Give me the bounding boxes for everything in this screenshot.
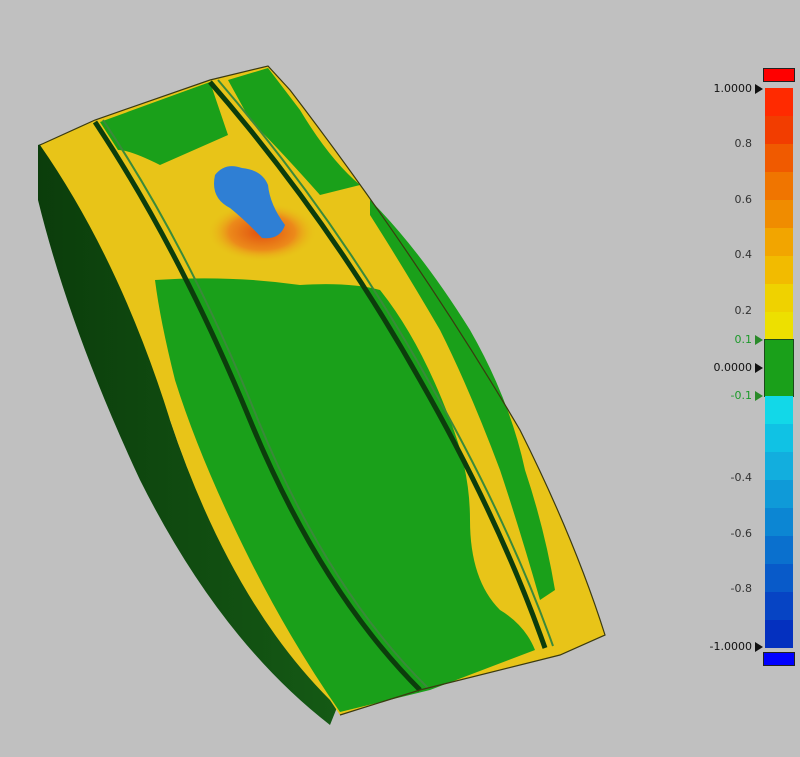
legend-swatch-negative xyxy=(765,592,793,620)
legend-tick: -0.4 xyxy=(730,471,752,484)
legend-upper-tolerance-marker[interactable] xyxy=(755,335,763,345)
legend-tick: -0.8 xyxy=(730,582,752,595)
legend-lower-tolerance: -0.1 xyxy=(730,389,752,402)
legend-swatch-positive xyxy=(765,116,793,144)
legend-top-value: 1.0000 xyxy=(713,82,753,95)
3d-viewport[interactable]: 1.0000 0.8 0.6 0.4 0.2 0.1 0.0000 -0.1 -… xyxy=(0,0,800,757)
legend-upper-tolerance: 0.1 xyxy=(734,333,753,346)
legend-swatch-negative xyxy=(765,424,793,452)
legend-lower-tolerance-marker[interactable] xyxy=(755,391,763,401)
legend-tick: 0.2 xyxy=(734,304,753,317)
legend-nominal: 0.0000 xyxy=(713,361,753,374)
legend-swatch-negative xyxy=(765,452,793,480)
legend-bottom-value: -1.0000 xyxy=(709,640,752,653)
legend-bottom-marker[interactable] xyxy=(755,642,763,652)
legend-over-max-cap[interactable] xyxy=(763,68,795,82)
legend-swatch-in-tolerance xyxy=(764,339,794,397)
legend-tick: -0.6 xyxy=(730,527,752,540)
legend-swatch-positive xyxy=(765,144,793,172)
legend-tick: 0.4 xyxy=(734,248,753,261)
legend-swatch-negative xyxy=(765,564,793,592)
color-scale-legend: 1.0000 0.8 0.6 0.4 0.2 0.1 0.0000 -0.1 -… xyxy=(700,60,800,680)
legend-nominal-marker[interactable] xyxy=(755,363,763,373)
legend-swatch-positive xyxy=(765,256,793,284)
legend-under-min-cap[interactable] xyxy=(763,652,795,666)
legend-top-marker[interactable] xyxy=(755,84,763,94)
legend-swatch-positive xyxy=(765,312,793,340)
legend-swatch-positive xyxy=(765,228,793,256)
legend-swatch-positive xyxy=(765,172,793,200)
legend-tick: 0.8 xyxy=(734,137,753,150)
legend-swatch-negative xyxy=(765,396,793,424)
deviation-color-map-model xyxy=(38,65,606,725)
legend-swatch-negative xyxy=(765,480,793,508)
legend-swatch-negative xyxy=(765,620,793,648)
legend-tick: 0.6 xyxy=(734,193,753,206)
legend-swatch-positive xyxy=(765,88,793,116)
legend-swatch-negative xyxy=(765,508,793,536)
legend-swatch-negative xyxy=(765,536,793,564)
legend-swatch-positive xyxy=(765,284,793,312)
legend-swatch-positive xyxy=(765,200,793,228)
